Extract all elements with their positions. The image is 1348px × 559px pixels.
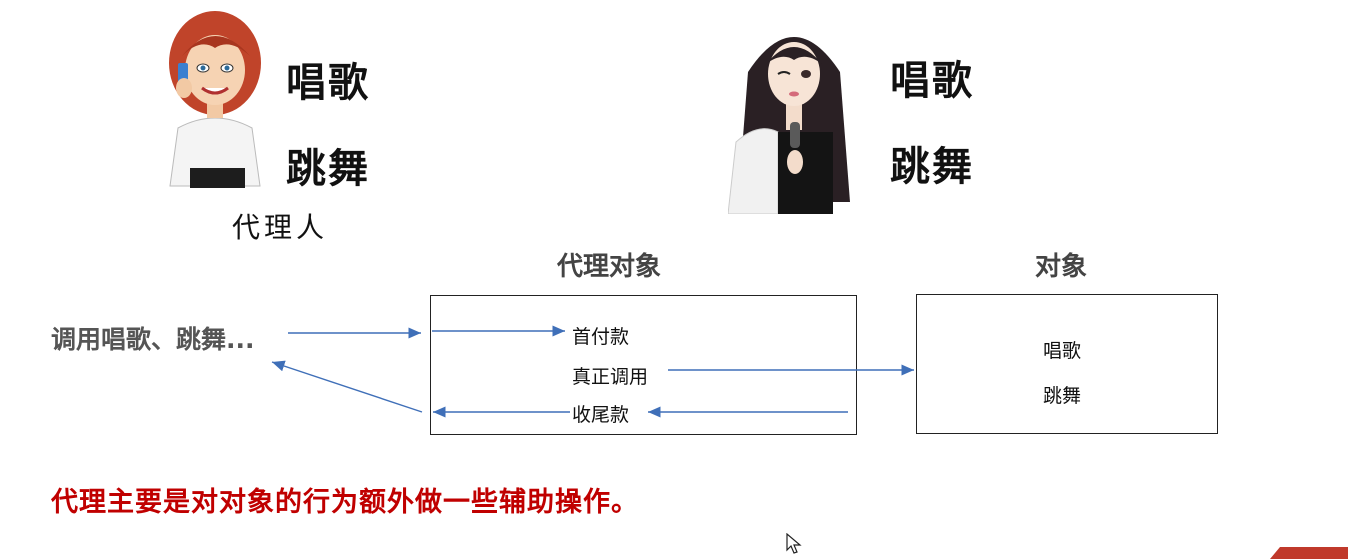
flow-arrows — [271, 325, 914, 418]
mouse-cursor-icon — [786, 533, 802, 554]
corner-decoration — [1270, 547, 1348, 559]
summary-text: 代理主要是对对象的行为额外做一些辅助操作。 — [51, 487, 639, 518]
arrow-proxy-to-caller — [271, 360, 423, 413]
